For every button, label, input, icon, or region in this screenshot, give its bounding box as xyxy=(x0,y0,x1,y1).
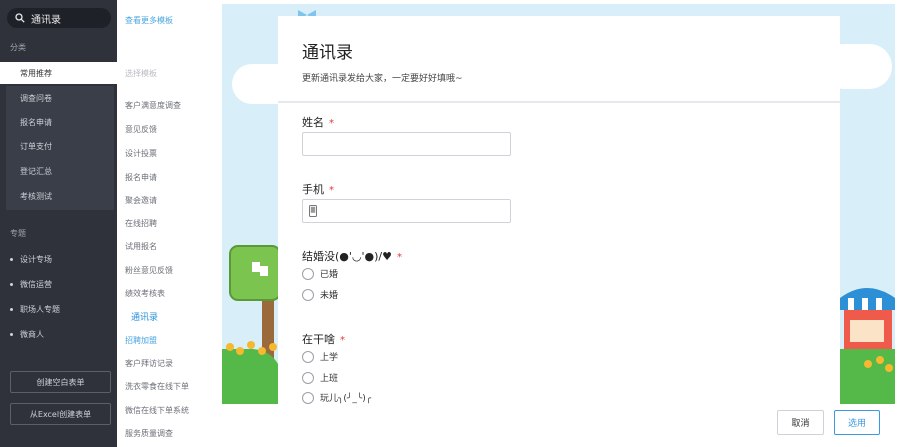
template-item[interactable]: 意见反馈 xyxy=(125,124,157,135)
radio-button[interactable] xyxy=(302,391,314,404)
template-item-selected[interactable]: 通讯录 xyxy=(131,310,158,323)
question-text: 结婚没(●'◡'●)/♥ xyxy=(302,250,392,263)
section-category: 分类 xyxy=(10,43,26,52)
template-item[interactable]: 聚会邀请 xyxy=(125,195,157,206)
phone-field[interactable] xyxy=(302,199,511,223)
template-item[interactable]: 洗衣零食在线下单 xyxy=(125,381,189,392)
form-title: 通讯录 xyxy=(302,43,353,63)
template-item[interactable]: 招聘加盟 xyxy=(125,335,157,346)
sidebar-item-label: 职场人专题 xyxy=(20,304,60,314)
template-picker: 通讯录 分类 常用推荐 调查问卷 报名申请 订单支付 登记汇总 考核测试 专题 … xyxy=(0,0,900,447)
question-text: 在干啥 xyxy=(302,333,335,346)
shop-icon xyxy=(840,288,895,354)
sidebar-item-label: 微信运营 xyxy=(20,279,52,289)
option-unmarried[interactable]: 未婚 xyxy=(302,288,338,301)
create-blank-button[interactable]: 创建空白表单 xyxy=(10,371,111,393)
required-mark: * xyxy=(329,185,334,196)
bullet-icon xyxy=(10,308,13,311)
sidebar-item-common[interactable]: 常用推荐 xyxy=(0,62,117,84)
flowers-left-icon xyxy=(226,341,277,355)
option-married[interactable]: 已婚 xyxy=(302,267,338,280)
question-name-label: 姓名 * xyxy=(302,114,334,130)
option-work[interactable]: 上班 xyxy=(302,371,338,384)
form-preview-card: 通讯录 更新通讯录发给大家，一定要好好填哦~ 姓名 * 手机 * 结婚没(●'◡'●… xyxy=(278,16,840,404)
question-phone-label: 手机 * xyxy=(302,181,334,197)
question-married-label: 结婚没(●'◡'●)/♥ * xyxy=(302,248,402,264)
sidebar-item-order[interactable]: 订单支付 xyxy=(0,135,117,157)
option-label: 上学 xyxy=(320,353,339,363)
required-mark: * xyxy=(329,118,334,129)
template-item[interactable]: 试用报名 xyxy=(125,241,157,252)
template-item[interactable]: 绩效考核表 xyxy=(125,288,165,299)
template-item[interactable]: 服务质量调查 xyxy=(125,428,173,439)
bullet-icon xyxy=(10,333,13,336)
question-text: 姓名 xyxy=(302,116,324,129)
sidebar-item-workplace[interactable]: 职场人专题 xyxy=(0,298,117,320)
template-item[interactable]: 微信在线下单系统 xyxy=(125,405,189,416)
question-doing-label: 在干啥 * xyxy=(302,331,345,347)
question-text: 手机 xyxy=(302,183,324,196)
sidebar-item-micro[interactable]: 微商人 xyxy=(0,323,117,345)
search-icon xyxy=(15,13,25,23)
required-mark: * xyxy=(397,252,402,263)
template-item[interactable]: 客户拜访记录 xyxy=(125,358,173,369)
more-templates-link[interactable]: 查看更多模板 xyxy=(125,15,173,26)
sidebar-item-signup[interactable]: 报名申请 xyxy=(0,111,117,133)
bullet-icon xyxy=(10,258,13,261)
sidebar-item-survey[interactable]: 调查问卷 xyxy=(0,87,117,109)
use-template-button[interactable]: 选用 xyxy=(834,410,880,435)
create-from-excel-button[interactable]: 从Excel创建表单 xyxy=(10,403,111,425)
option-label: 玩儿╮(╯_╰)╭ xyxy=(320,394,372,404)
search-input[interactable]: 通讯录 xyxy=(31,11,61,26)
option-label: 未婚 xyxy=(320,291,339,301)
template-item[interactable]: 在线招聘 xyxy=(125,218,157,229)
sidebar-item-exam[interactable]: 考核测试 xyxy=(0,185,117,207)
template-section-label: 选择模板 xyxy=(125,69,157,78)
sidebar-item-design[interactable]: 设计专场 xyxy=(0,248,117,270)
name-field[interactable] xyxy=(302,132,511,156)
sidebar-item-wechat[interactable]: 微信运营 xyxy=(0,273,117,295)
radio-button[interactable] xyxy=(302,350,314,363)
option-study[interactable]: 上学 xyxy=(302,350,338,363)
section-topic: 专题 xyxy=(10,229,26,238)
bullet-icon xyxy=(10,283,13,286)
template-item[interactable]: 设计投票 xyxy=(125,148,157,159)
radio-button[interactable] xyxy=(302,267,314,280)
sidebar-item-label: 微商人 xyxy=(20,329,44,339)
template-item[interactable]: 报名申请 xyxy=(125,172,157,183)
template-list: 查看更多模板 选择模板 客户满意度调查 意见反馈 设计投票 报名申请 聚会邀请 … xyxy=(117,0,222,447)
sidebar-item-label: 设计专场 xyxy=(20,254,52,264)
radio-button[interactable] xyxy=(302,288,314,301)
template-item[interactable]: 粉丝意见反馈 xyxy=(125,265,173,276)
option-label: 已婚 xyxy=(320,270,339,280)
cancel-button[interactable]: 取消 xyxy=(777,410,824,435)
divider xyxy=(278,101,840,103)
flowers-right-icon xyxy=(864,356,893,372)
form-description: 更新通讯录发给大家，一定要好好填哦~ xyxy=(302,74,463,84)
template-item[interactable]: 客户满意度调查 xyxy=(125,100,181,111)
sidebar: 通讯录 分类 常用推荐 调查问卷 报名申请 订单支付 登记汇总 考核测试 专题 … xyxy=(0,0,117,447)
search-box[interactable]: 通讯录 xyxy=(7,8,111,28)
option-play[interactable]: 玩儿╮(╯_╰)╭ xyxy=(302,391,371,404)
radio-button[interactable] xyxy=(302,371,314,384)
sidebar-item-register[interactable]: 登记汇总 xyxy=(0,160,117,182)
phone-icon xyxy=(309,205,317,217)
required-mark: * xyxy=(340,335,345,346)
option-label: 上班 xyxy=(320,374,339,384)
